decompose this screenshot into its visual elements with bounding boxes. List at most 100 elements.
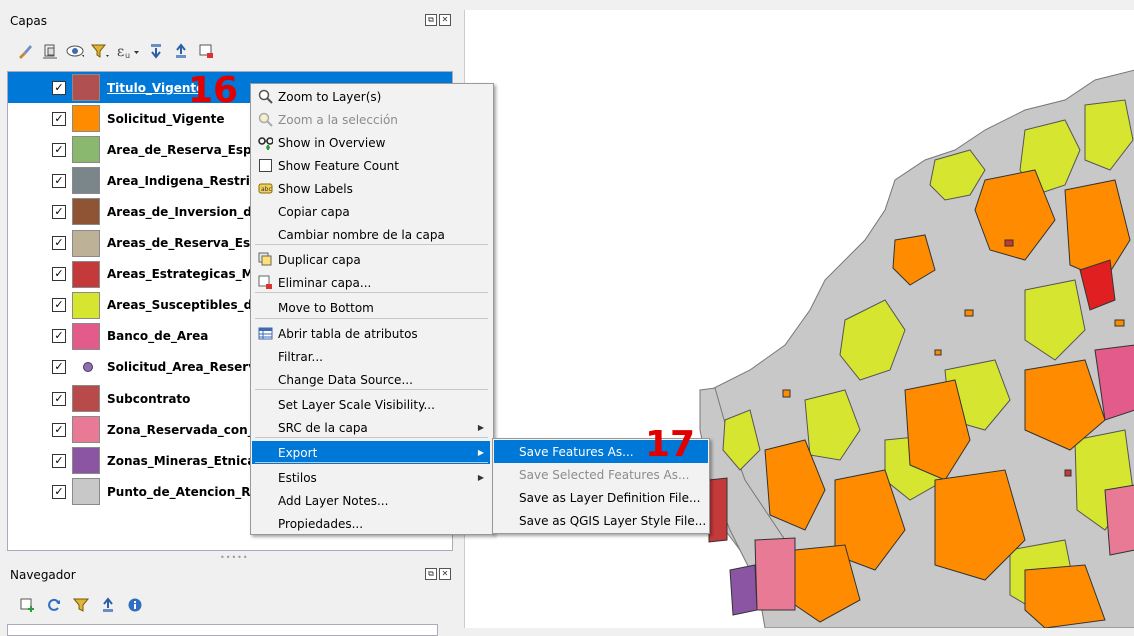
menu-separator — [255, 318, 488, 319]
menu-item-duplicar-capa[interactable]: Duplicar capa — [252, 248, 490, 271]
attribute-table-icon — [258, 326, 273, 341]
menu-item-label: Propiedades... — [278, 516, 364, 531]
refresh-icon[interactable] — [45, 596, 63, 614]
menu-item-add-layer-notes[interactable]: Add Layer Notes... — [252, 489, 490, 512]
svg-text:u: u — [125, 51, 130, 59]
menu-item-label: Zoom a la selección — [278, 112, 398, 127]
filter-icon[interactable] — [91, 42, 109, 60]
layer-visibility-checkbox[interactable]: ✓ — [52, 236, 66, 250]
layer-visibility-checkbox[interactable]: ✓ — [52, 173, 66, 188]
style-paint-icon[interactable] — [16, 42, 34, 60]
menu-item-label: Zoom to Layer(s) — [278, 89, 382, 104]
svg-text:ε: ε — [117, 44, 124, 59]
collapse-all-icon[interactable] — [172, 42, 190, 60]
layer-symbol-swatch[interactable] — [72, 322, 100, 350]
menu-item-label: Set Layer Scale Visibility... — [278, 397, 435, 412]
expand-all-icon[interactable] — [147, 42, 165, 60]
menu-item-zoom-to-layer-s[interactable]: Zoom to Layer(s) — [252, 85, 490, 108]
menu-separator — [255, 389, 488, 390]
layer-symbol-swatch[interactable] — [72, 416, 100, 444]
info-icon[interactable] — [126, 596, 144, 614]
close-panel-icon[interactable]: ✕ — [439, 568, 451, 580]
menu-item-label: Add Layer Notes... — [278, 493, 389, 508]
menu-item-eliminar-capa[interactable]: Eliminar capa... — [252, 271, 490, 294]
layer-visibility-checkbox[interactable]: ✓ — [52, 329, 66, 344]
duplicate-layer-icon — [258, 252, 273, 267]
menu-item-show-labels[interactable]: abc Show Labels — [252, 177, 490, 200]
menu-item-copiar-capa[interactable]: Copiar capa — [252, 200, 490, 223]
layer-visibility-checkbox[interactable]: ✓ — [52, 453, 66, 468]
menu-item-set-layer-scale-visibility[interactable]: Set Layer Scale Visibility... — [252, 393, 490, 416]
step-annotation-16: 16 — [188, 70, 239, 111]
menu-item-change-data-source[interactable]: Change Data Source... — [252, 368, 490, 391]
layer-symbol-swatch[interactable] — [72, 136, 100, 164]
submenu-arrow-icon: ▶ — [477, 423, 484, 432]
layer-visibility-checkbox[interactable]: ✓ — [52, 267, 66, 282]
layer-symbol-swatch[interactable] — [72, 478, 100, 506]
menu-item-cambiar-nombre-de-la-capa[interactable]: Cambiar nombre de la capa — [252, 223, 490, 246]
layer-symbol-swatch[interactable] — [72, 198, 100, 226]
menu-item-propiedades[interactable]: Propiedades... — [252, 512, 490, 535]
layer-symbol-swatch[interactable] — [72, 291, 100, 319]
menu-item-zoom-a-la-selecci-n[interactable]: Zoom a la selección — [252, 108, 490, 131]
layer-visibility-checkbox[interactable]: ✓ — [52, 298, 66, 313]
filter-browser-icon[interactable] — [72, 596, 90, 614]
layer-symbol-swatch[interactable] — [72, 167, 100, 195]
close-panel-icon[interactable]: ✕ — [439, 14, 451, 26]
menu-item-show-in-overview[interactable]: Show in Overview — [252, 131, 490, 154]
layer-symbol-swatch[interactable] — [72, 260, 100, 288]
menu-item-show-feature-count[interactable]: Show Feature Count — [252, 154, 490, 177]
layer-visibility-checkbox[interactable]: ✓ — [52, 204, 66, 219]
eye-icon[interactable] — [66, 42, 84, 60]
add-group-icon[interactable] — [41, 42, 59, 60]
panel-splitter[interactable]: ••••• — [220, 553, 249, 562]
add-selected-layers-icon[interactable] — [18, 596, 36, 614]
export-item-save-as-layer-definition-file[interactable]: Save as Layer Definition File... — [494, 486, 708, 509]
export-item-save-as-qgis-layer-style-file[interactable]: Save as QGIS Layer Style File... — [494, 509, 708, 532]
layer-visibility-checkbox[interactable]: ✓ — [52, 391, 66, 406]
layer-point-symbol-icon[interactable] — [83, 362, 93, 373]
layer-name: Zonas_Mineras_Etnicas — [107, 453, 263, 468]
menu-item-label: Save Features As... — [519, 444, 634, 459]
layer-name: Subcontrato — [107, 391, 191, 406]
menu-item-src-de-la-capa[interactable]: SRC de la capa ▶ — [252, 416, 490, 439]
navigator-panel: Navegador ⧉ ✕ — [0, 562, 463, 636]
layer-name: Banco_de_Area — [107, 329, 209, 344]
navigator-panel-title: Navegador — [10, 568, 76, 582]
menu-item-label: Save as QGIS Layer Style File... — [519, 513, 707, 528]
layer-symbol-swatch[interactable] — [72, 447, 100, 475]
layer-visibility-checkbox[interactable]: ✓ — [52, 360, 66, 375]
map-canvas[interactable] — [464, 10, 1134, 628]
menu-item-abrir-tabla-de-atributos[interactable]: Abrir tabla de atributos — [252, 322, 490, 345]
step-annotation-17: 17 — [645, 424, 696, 465]
layer-context-menu: Zoom to Layer(s) Zoom a la selección Show … — [250, 83, 494, 535]
layer-visibility-checkbox[interactable]: ✓ — [52, 484, 66, 499]
layer-symbol-swatch[interactable] — [72, 74, 100, 101]
layer-symbol-swatch[interactable] — [72, 105, 100, 133]
remove-layer-icon — [258, 275, 273, 290]
submenu-arrow-icon: ▶ — [477, 473, 484, 482]
layer-visibility-checkbox[interactable]: ✓ — [52, 142, 66, 157]
collapse-all-icon[interactable] — [99, 596, 117, 614]
layers-panel-title: Capas — [10, 14, 47, 28]
svg-text:abc: abc — [261, 186, 272, 193]
layer-symbol-swatch[interactable] — [72, 385, 100, 412]
export-item-save-selected-features-as[interactable]: Save Selected Features As... — [494, 463, 708, 486]
menu-item-label: Copiar capa — [278, 204, 350, 219]
menu-item-estilos[interactable]: Estilos ▶ — [252, 466, 490, 489]
menu-separator — [255, 244, 488, 245]
menu-item-export[interactable]: Export ▶ — [252, 441, 490, 464]
layer-visibility-checkbox[interactable]: ✓ — [52, 111, 66, 126]
menu-item-label: Show Labels — [278, 181, 353, 196]
layer-visibility-checkbox[interactable]: ✓ — [52, 422, 66, 437]
float-panel-icon[interactable]: ⧉ — [425, 14, 437, 26]
expression-filter-icon[interactable]: εu — [116, 42, 140, 60]
menu-item-move-to-bottom[interactable]: Move to Bottom — [252, 296, 490, 319]
menu-item-label: Change Data Source... — [278, 372, 413, 387]
float-panel-icon[interactable]: ⧉ — [425, 568, 437, 580]
map-image — [694, 69, 1134, 628]
menu-item-filtrar[interactable]: Filtrar... — [252, 345, 490, 368]
remove-layer-icon[interactable] — [197, 42, 215, 60]
layer-symbol-swatch[interactable] — [72, 229, 100, 257]
layer-visibility-checkbox[interactable]: ✓ — [52, 80, 66, 95]
